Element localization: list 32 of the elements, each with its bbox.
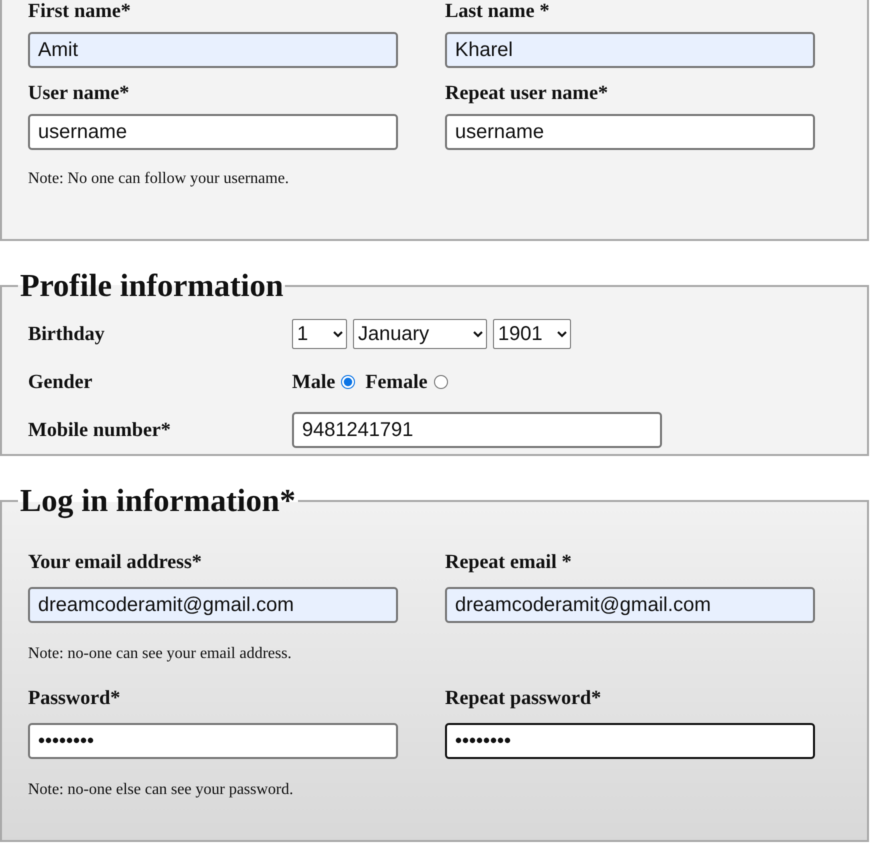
input-field[interactable]: Amit [28,32,398,68]
field-label: User name* [28,82,130,104]
field-label: Repeat user name* [445,82,608,104]
day-select[interactable]: 1 [292,319,347,349]
input-field[interactable]: username [445,114,815,150]
field-label: First name* [28,0,131,22]
radio-button[interactable] [341,375,356,389]
input-field[interactable]: Kharel [445,32,815,68]
input-field[interactable]: •••••••• [445,723,815,759]
input-field[interactable]: username [28,114,398,150]
radio-button[interactable] [434,375,448,389]
note-text: Note: no-one can see your email address. [28,645,292,663]
input-field[interactable]: •••••••• [28,723,398,759]
input-field[interactable]: dreamcoderamit@gmail.com [445,587,815,623]
field-label: Repeat email * [445,551,572,573]
note-text: Note: No one can follow your username. [28,170,290,188]
field-label: Last name * [445,0,550,22]
field-label: Password* [28,687,120,709]
note-text: Note: no-one else can see your password. [28,781,294,799]
input-field[interactable]: dreamcoderamit@gmail.com [28,587,398,623]
section-legend: Profile information [18,267,286,304]
radio-label: Male [292,371,336,393]
radio-label: Female [365,371,428,393]
section-legend: Log in information* [18,482,298,519]
input-field[interactable]: 9481241791 [292,412,662,448]
field-label: Gender [28,371,94,393]
field-label: Birthday [28,323,106,345]
year-select[interactable]: 1901 [493,319,571,349]
month-select[interactable]: January [353,319,487,349]
field-label: Mobile number* [28,419,172,441]
field-label: Repeat password* [445,687,602,709]
field-label: Your email address* [28,551,202,573]
